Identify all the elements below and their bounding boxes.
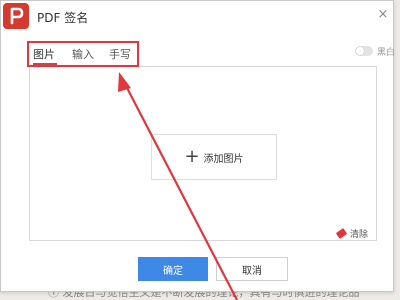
toggle-switch[interactable] (355, 46, 373, 56)
plus-icon: + (184, 146, 200, 167)
add-image-button[interactable]: + 添加图片 (151, 134, 277, 180)
signature-canvas[interactable]: + 添加图片 清除 (29, 66, 377, 241)
eraser-icon (335, 228, 348, 239)
add-image-label: 添加图片 (203, 153, 244, 165)
toggle-label: 黑白 (377, 48, 396, 58)
clear-button[interactable]: 清除 (335, 227, 368, 240)
toggle-knob (356, 47, 364, 55)
cancel-button[interactable]: 取消 (216, 257, 288, 281)
dialog-titlebar: PDF 签名 × (1, 1, 393, 33)
close-icon[interactable]: × (375, 7, 391, 23)
dialog-title: PDF 签名 (37, 11, 89, 25)
wps-pdf-logo-icon (3, 3, 29, 29)
clear-label: 清除 (349, 230, 368, 240)
ok-button[interactable]: 确定 (138, 257, 208, 281)
tabs-highlight-annotation (27, 41, 139, 67)
